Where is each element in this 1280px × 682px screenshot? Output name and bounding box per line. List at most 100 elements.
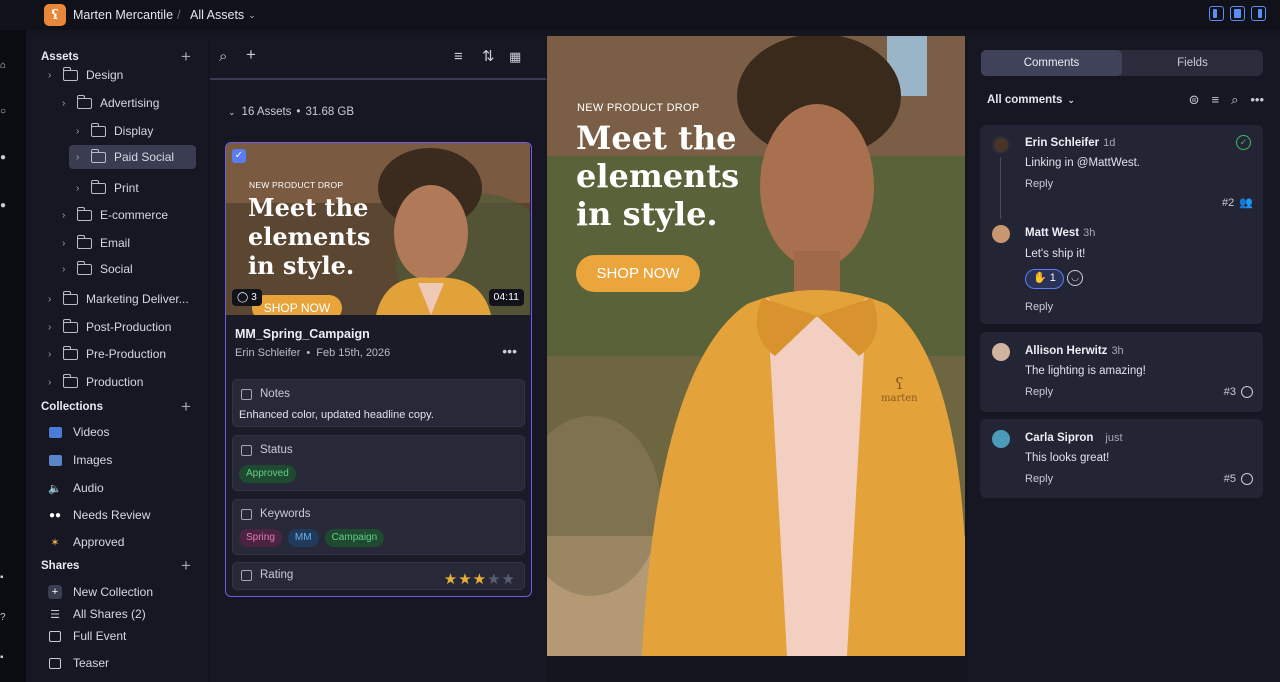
- comments-panel: Comments Fields All comments ⌄ ⊜ ≡ ⌕ ••• …: [968, 36, 1280, 682]
- add-share-button[interactable]: +: [181, 557, 191, 574]
- more-options-icon[interactable]: •••: [1250, 92, 1264, 108]
- comment-author[interactable]: Erin Schleifer 1d: [1025, 137, 1115, 149]
- star-filled-icon[interactable]: ★: [458, 571, 472, 588]
- home-icon[interactable]: ⌂: [0, 60, 8, 70]
- comment-icon: ◯: [237, 292, 249, 303]
- bell-icon[interactable]: ●: [0, 152, 8, 162]
- keyword-tag[interactable]: MM: [287, 529, 319, 547]
- tree-item-display[interactable]: › Display: [76, 119, 196, 143]
- rating-icon: [241, 569, 252, 581]
- asset-title[interactable]: MM_Spring_Campaign: [235, 327, 370, 341]
- sort-icon[interactable]: ≡: [1211, 92, 1219, 108]
- workspace-logo[interactable]: ʕ: [44, 4, 66, 26]
- collection-needs-review[interactable]: ●● Needs Review: [48, 504, 150, 526]
- comment-author[interactable]: Allison Herwitz 3h: [1025, 345, 1124, 357]
- star-empty-icon[interactable]: ★: [487, 571, 501, 588]
- tree-item-marketing-deliverables[interactable]: › Marketing Deliver...: [48, 287, 203, 311]
- layout-left-panel-icon[interactable]: [1209, 6, 1224, 21]
- search-icon[interactable]: ⌕: [219, 49, 227, 64]
- add-reaction-icon[interactable]: ◡: [1067, 270, 1083, 286]
- rating-stars[interactable]: ★★★★★: [444, 570, 516, 588]
- sort-icon[interactable]: ≡: [454, 49, 463, 64]
- collection-videos[interactable]: Videos: [48, 421, 109, 443]
- breadcrumb-page[interactable]: All Assets ⌄: [190, 8, 256, 22]
- reply-button[interactable]: Reply: [1025, 301, 1053, 313]
- collection-audio[interactable]: 🔈 Audio: [48, 477, 104, 499]
- tab-comments[interactable]: Comments: [981, 50, 1122, 76]
- add-icon[interactable]: +: [246, 46, 256, 63]
- folder-icon: [90, 179, 106, 194]
- star-filled-icon[interactable]: ★: [473, 571, 487, 588]
- tree-item-pre-production[interactable]: › Pre-Production: [48, 342, 198, 366]
- layout-right-panel-icon[interactable]: [1251, 6, 1266, 21]
- status-badge[interactable]: Approved: [239, 465, 296, 483]
- settings-icon[interactable]: ▪: [0, 572, 8, 582]
- asset-card[interactable]: ✓ NEW PRODUCT DROP Meet the elements in …: [225, 142, 532, 597]
- notes-field[interactable]: Notes Enhanced color, updated headline c…: [232, 379, 525, 427]
- duration-badge: 04:11: [488, 289, 524, 306]
- tab-fields[interactable]: Fields: [1122, 50, 1263, 76]
- add-asset-folder-button[interactable]: +: [181, 48, 191, 65]
- tree-item-advertising[interactable]: › Advertising: [62, 91, 198, 115]
- share-icon: [48, 656, 62, 670]
- cloud-icon[interactable]: ●: [0, 200, 8, 210]
- keyword-tag[interactable]: Spring: [239, 529, 282, 547]
- assets-toolbar: ⌕ + ≡ ⇅ ▦: [210, 36, 546, 80]
- help-icon[interactable]: ?: [0, 612, 8, 622]
- tree-item-print[interactable]: › Print: [76, 176, 196, 200]
- comment-author[interactable]: Matt West 3h: [1025, 227, 1095, 239]
- asset-preview[interactable]: NEW PRODUCT DROP Meet the elements in st…: [547, 36, 965, 656]
- filter-icon[interactable]: ⊜: [1189, 92, 1200, 108]
- collection-images[interactable]: Images: [48, 449, 112, 471]
- status-field[interactable]: Status Approved: [232, 435, 525, 491]
- image-icon: [48, 453, 62, 467]
- tree-item-email[interactable]: › Email: [62, 231, 198, 255]
- breadcrumb-workspace[interactable]: Marten Mercantile: [73, 8, 173, 22]
- reply-button[interactable]: Reply: [1025, 386, 1053, 398]
- asset-count[interactable]: ⌄ 16 Assets • 31.68 GB: [228, 106, 354, 118]
- tree-item-production[interactable]: › Production: [48, 370, 198, 394]
- star-filled-icon[interactable]: ★: [444, 571, 458, 588]
- chevron-right-icon: ›: [48, 293, 52, 305]
- reply-button[interactable]: Reply: [1025, 473, 1053, 485]
- add-collection-button[interactable]: +: [181, 398, 191, 415]
- rating-field[interactable]: Rating ★★★★★: [232, 562, 525, 590]
- tree-item-e-commerce[interactable]: › E-commerce: [62, 203, 198, 227]
- resolved-check-icon[interactable]: ✓: [1236, 135, 1251, 150]
- more-options-icon[interactable]: •••: [502, 343, 517, 359]
- comment-count-badge[interactable]: ◯ 3: [232, 289, 262, 306]
- tree-item-design[interactable]: › Design: [48, 63, 198, 87]
- share-new-collection[interactable]: + New Collection: [48, 581, 153, 603]
- collection-approved[interactable]: ✶ Approved: [48, 531, 124, 553]
- folder-icon: [76, 260, 92, 275]
- share-all-shares[interactable]: ☰ All Shares (2): [48, 603, 146, 625]
- share-teaser[interactable]: Teaser: [48, 652, 109, 674]
- comments-filter-dropdown[interactable]: All comments ⌄: [987, 94, 1075, 106]
- search-icon[interactable]: ⌕: [1231, 92, 1238, 108]
- layout-center-panel-icon[interactable]: [1230, 6, 1245, 21]
- folder-icon: [76, 234, 92, 249]
- tree-item-paid-social[interactable]: › Paid Social: [69, 145, 196, 169]
- search-icon[interactable]: ○: [0, 106, 8, 116]
- tree-item-post-production[interactable]: › Post-Production: [48, 315, 198, 339]
- notes-value: Enhanced color, updated headline copy.: [239, 409, 434, 421]
- select-checkbox[interactable]: ✓: [232, 149, 246, 163]
- share-full-event[interactable]: Full Event: [48, 625, 126, 647]
- people-icon: 👥: [1239, 197, 1253, 209]
- thread-line: [1000, 157, 1001, 219]
- filter-icon[interactable]: ⇅: [482, 49, 495, 64]
- chevron-right-icon: ›: [62, 209, 66, 221]
- reply-button[interactable]: Reply: [1025, 178, 1053, 190]
- comment-thread: Carla Sipron just This looks great! Reply…: [980, 419, 1263, 498]
- tree-item-social[interactable]: › Social: [62, 257, 198, 281]
- user-icon[interactable]: ▪: [0, 652, 8, 662]
- reaction-chip[interactable]: ✋ 1: [1025, 269, 1064, 289]
- grid-view-icon[interactable]: ▦: [509, 49, 521, 64]
- star-empty-icon[interactable]: ★: [502, 571, 516, 588]
- keyword-tag[interactable]: Campaign: [324, 529, 385, 547]
- comment-thread: Allison Herwitz 3h The lighting is amazin…: [980, 332, 1263, 412]
- keywords-field[interactable]: Keywords Spring MM Campaign: [232, 499, 525, 555]
- comment-author[interactable]: Carla Sipron just: [1025, 432, 1123, 444]
- asset-thumbnail[interactable]: ✓ NEW PRODUCT DROP Meet the elements in …: [226, 143, 530, 315]
- eyes-icon: ●●: [48, 509, 62, 521]
